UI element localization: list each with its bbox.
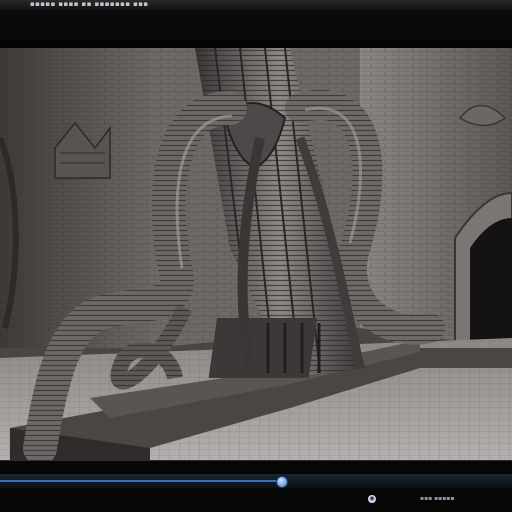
- globe-icon[interactable]: ◉: [368, 495, 376, 503]
- timeline-progress: [0, 480, 282, 482]
- image-canvas: [0, 48, 512, 460]
- playback-timeline[interactable]: [0, 474, 512, 488]
- timeline-scrubber-handle[interactable]: [276, 476, 288, 488]
- status-strip: [0, 460, 512, 475]
- image-viewer[interactable]: [0, 48, 512, 460]
- system-tray: ◉ ▪▪▪ ▪▪▪▪▪: [0, 488, 512, 512]
- tray-text: ▪▪▪ ▪▪▪▪▪: [420, 495, 455, 502]
- toolbar: [0, 10, 512, 40]
- window-title: ▪▪▪▪▪ ▪▪▪▪ ▪▪ ▪▪▪▪▪▪▪ ▪▪▪: [30, 0, 149, 8]
